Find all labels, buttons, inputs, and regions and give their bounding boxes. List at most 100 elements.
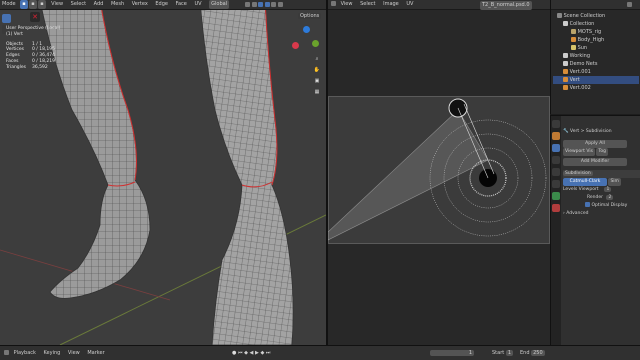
mesh-icon: [571, 37, 576, 42]
physics-tab-icon[interactable]: [552, 168, 560, 176]
menu-playback[interactable]: Playback: [14, 350, 36, 356]
menu-edge[interactable]: Edge: [155, 1, 168, 7]
jump-start-icon[interactable]: ⏮: [238, 350, 243, 356]
lock-icon[interactable]: ✕: [30, 12, 40, 22]
outliner[interactable]: Scene Collection Collection MOTS_rig Bod…: [550, 0, 640, 114]
rendered-shading-icon[interactable]: [277, 2, 283, 7]
edge-select-mode-button[interactable]: ▪: [29, 0, 37, 9]
properties-editor[interactable]: 🔧 Vert > Subdivision Apply All Viewport …: [550, 115, 640, 346]
modifier-tab-icon[interactable]: [552, 144, 560, 152]
select-box-tool[interactable]: [2, 14, 11, 23]
current-frame-field[interactable]: 1: [430, 350, 474, 356]
menu-add[interactable]: Add: [94, 1, 104, 7]
optimal-display-label: Optimal Display: [591, 203, 628, 208]
perspective-grid-icon[interactable]: ▦: [312, 89, 322, 98]
tool-tab-icon[interactable]: [552, 120, 560, 128]
pan-hand-icon[interactable]: ✋: [312, 67, 322, 76]
catmull-clark-tab[interactable]: Catmull-Clark: [563, 178, 607, 186]
transform-orientation-dropdown[interactable]: Global: [209, 0, 230, 9]
outliner-tree: Scene Collection Collection MOTS_rig Bod…: [553, 12, 639, 92]
stat-triangles: Triangles 36,592: [6, 64, 48, 70]
outliner-item[interactable]: Scene Collection: [553, 12, 639, 20]
filter-icon[interactable]: [627, 2, 632, 7]
uv-editor[interactable]: View Select Image UV T2_B_normal.psd.0: [328, 0, 550, 345]
gizmo-y-axis[interactable]: [312, 40, 319, 47]
optimal-display-row: Optimal Display: [563, 202, 640, 210]
menu-view-timeline[interactable]: View: [68, 350, 80, 356]
gizmo-z-axis[interactable]: [303, 26, 310, 33]
jump-end-icon[interactable]: ⏭: [266, 350, 271, 356]
material-tab-icon[interactable]: [552, 204, 560, 212]
apply-all-button[interactable]: Apply All: [563, 140, 627, 148]
add-modifier-button[interactable]: Add Modifier: [563, 158, 627, 166]
outliner-item[interactable]: Body_High: [553, 36, 639, 44]
wrench-icon: 🔧: [563, 129, 569, 134]
record-icon[interactable]: ●: [232, 350, 236, 356]
play-reverse-icon[interactable]: ◀: [250, 350, 254, 356]
outliner-item[interactable]: Vert.001: [553, 68, 639, 76]
camera-icon[interactable]: ▣: [312, 78, 322, 87]
next-key-icon[interactable]: ◆: [260, 350, 264, 356]
start-frame: Start 1: [492, 346, 513, 360]
navigation-gizmo[interactable]: [292, 26, 322, 54]
play-icon[interactable]: ▶: [255, 350, 259, 356]
menu-keying[interactable]: Keying: [44, 350, 61, 356]
algorithm-tabs: Catmull-Clark Sim: [563, 178, 640, 186]
menu-view[interactable]: View: [51, 1, 63, 7]
menu-select[interactable]: Select: [71, 1, 86, 7]
xray-icon[interactable]: [258, 2, 264, 7]
simple-tab[interactable]: Sim: [608, 178, 621, 186]
outliner-item-selected[interactable]: Vert: [553, 76, 639, 84]
mesh-icon: [563, 77, 568, 82]
render-levels-field[interactable]: 2: [606, 195, 614, 200]
outliner-item[interactable]: Vert.002: [553, 84, 639, 92]
zoom-icon[interactable]: ⌕: [312, 56, 322, 65]
outliner-item[interactable]: Working: [553, 52, 639, 60]
data-tab-icon[interactable]: [552, 192, 560, 200]
overlay-icon[interactable]: [251, 2, 257, 7]
chevron-right-icon: ›: [563, 211, 565, 216]
menu-mesh[interactable]: Mesh: [111, 1, 124, 7]
outliner-item[interactable]: Demo Nets: [553, 60, 639, 68]
menu-face[interactable]: Face: [176, 1, 187, 7]
timeline-editor-icon[interactable]: [4, 350, 9, 355]
timeline-bar: Playback Keying View Marker ● ⏮ ◆ ◀ ▶ ◆ …: [0, 345, 640, 360]
checkbox-checked-icon[interactable]: [585, 202, 590, 207]
modifier-panel-header[interactable]: Subdivision: [563, 170, 640, 178]
end-frame: End 250: [520, 346, 545, 360]
timeline-menu: Playback Keying View Marker: [14, 350, 111, 356]
object-tab-icon[interactable]: [552, 132, 560, 140]
start-field[interactable]: 1: [505, 350, 513, 356]
vertex-select-mode-button[interactable]: ▪: [20, 0, 28, 9]
constraints-tab-icon[interactable]: [552, 180, 560, 188]
mode-selector[interactable]: Mode: [2, 1, 16, 7]
particles-tab-icon[interactable]: [552, 156, 560, 164]
collection-icon: [563, 53, 568, 58]
material-shading-icon[interactable]: [271, 2, 277, 7]
outliner-item[interactable]: Collection: [553, 20, 639, 28]
menu-marker[interactable]: Marker: [87, 350, 104, 356]
advanced-label: Advanced: [566, 211, 589, 216]
levels-viewport-field[interactable]: 1: [604, 187, 612, 192]
options-dropdown[interactable]: Options: [298, 13, 322, 19]
outliner-item[interactable]: Sun: [553, 44, 639, 52]
menu-vertex[interactable]: Vertex: [132, 1, 148, 7]
visibility-icon[interactable]: [245, 2, 250, 7]
face-select-mode-button[interactable]: ▪: [38, 0, 46, 9]
end-label: End: [520, 350, 530, 356]
modifier-name-field[interactable]: Subdivision: [563, 171, 593, 176]
viewport-nav-buttons: ⌕ ✋ ▣ ▦: [312, 56, 322, 98]
solid-shading-icon[interactable]: [264, 2, 270, 7]
viewport-vis-button[interactable]: Viewport Vis: [563, 148, 595, 156]
outliner-item[interactable]: MOTS_rig: [553, 28, 639, 36]
levels-viewport-label: Levels Viewport: [563, 187, 599, 192]
armature-icon: [571, 29, 576, 34]
advanced-row[interactable]: › Advanced: [563, 210, 640, 218]
viewport-3d[interactable]: Mode ▪ ▪ ▪ View Select Add Mesh Vertex E…: [0, 0, 326, 345]
properties-content: 🔧 Vert > Subdivision Apply All Viewport …: [563, 128, 640, 218]
gizmo-x-axis[interactable]: [292, 42, 299, 49]
prev-key-icon[interactable]: ◆: [244, 350, 248, 356]
toggle-button[interactable]: Tog: [596, 148, 608, 156]
end-field[interactable]: 250: [531, 350, 545, 356]
menu-uv[interactable]: UV: [194, 1, 201, 7]
